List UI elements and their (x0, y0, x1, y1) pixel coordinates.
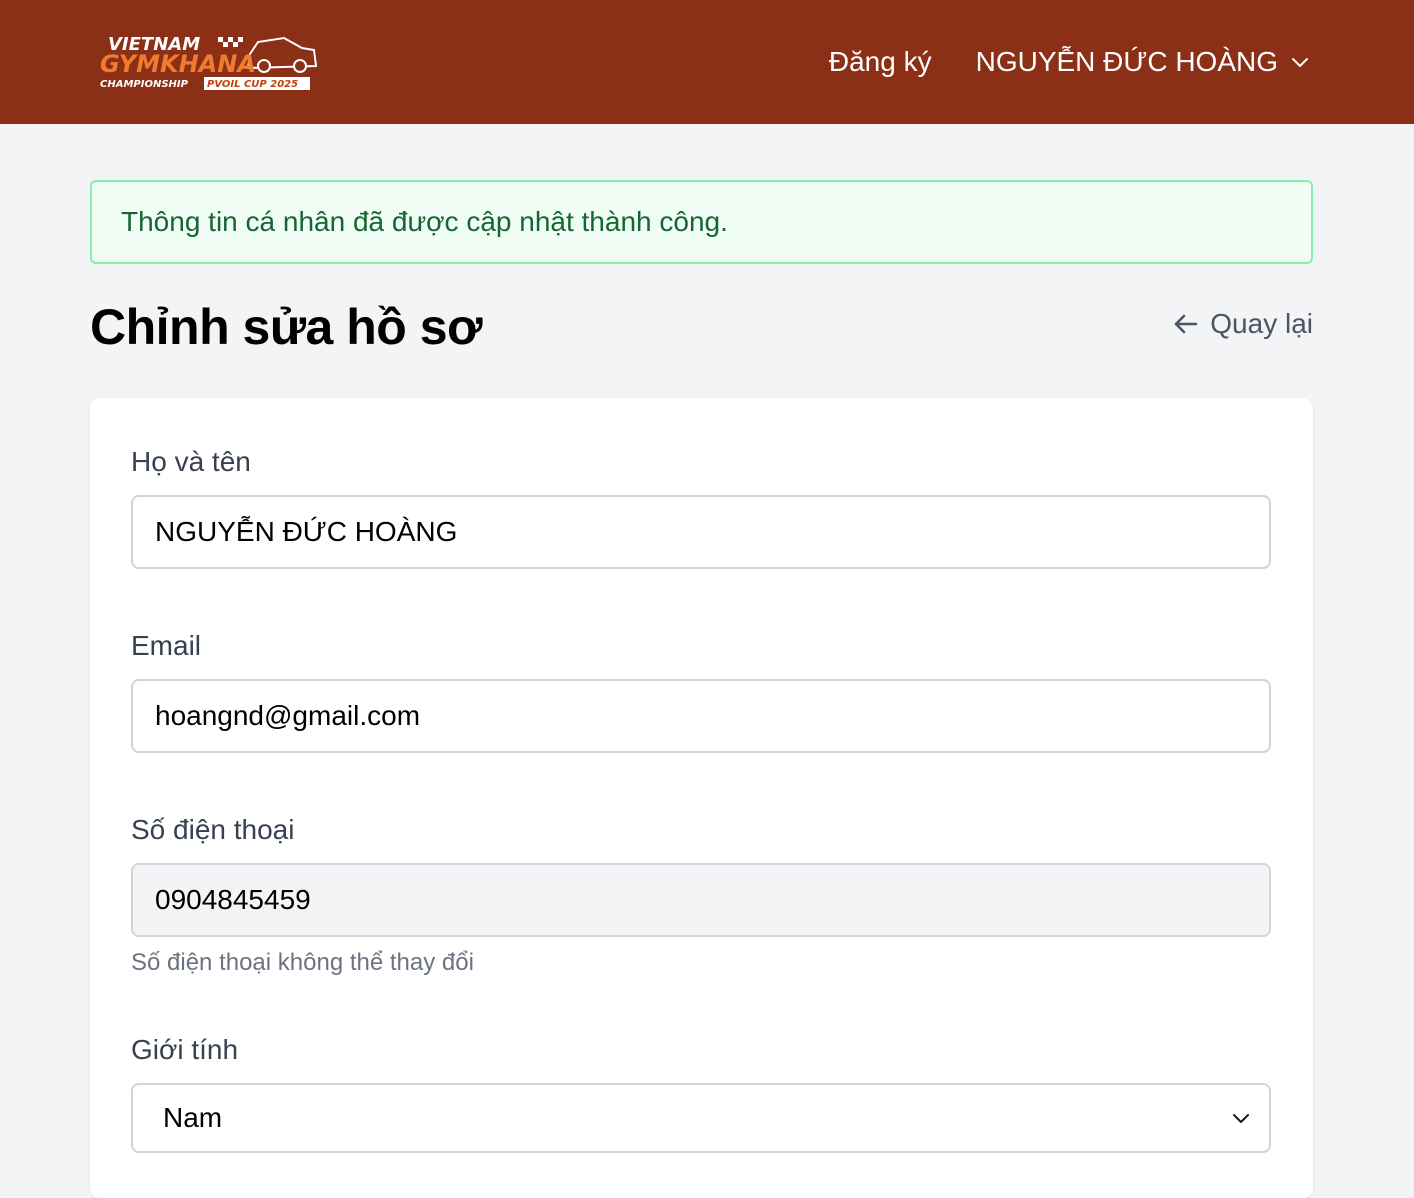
site-logo[interactable]: VIETNAM GYMKHANA CHAMPIONSHIP PVOIL CUP … (100, 28, 320, 92)
main-nav: Đăng ký NGUYỄN ĐỨC HOÀNG (829, 0, 1310, 124)
phone-input: 0904845459 (131, 863, 1271, 937)
full-name-label: Họ và tên (131, 446, 251, 477)
page-title: Chỉnh sửa hồ sơ (90, 299, 483, 355)
top-header: VIETNAM GYMKHANA CHAMPIONSHIP PVOIL CUP … (0, 0, 1414, 124)
profile-form-card: Họ và tên NGUYỄN ĐỨC HOÀNG Email hoangnd… (90, 398, 1313, 1198)
full-name-input[interactable]: NGUYỄN ĐỨC HOÀNG (131, 495, 1271, 569)
chevron-down-icon (1292, 58, 1308, 67)
title-row: Chỉnh sửa hồ sơ Quay lại (90, 264, 1313, 398)
chevron-down-icon (1233, 1114, 1249, 1123)
logo-line3: CHAMPIONSHIP (100, 79, 189, 90)
alert-message: Thông tin cá nhân đã được cập nhật thành… (121, 206, 728, 237)
nav-register-link[interactable]: Đăng ký (829, 46, 932, 78)
user-name: NGUYỄN ĐỨC HOÀNG (975, 46, 1278, 77)
gender-label: Giới tính (131, 1034, 239, 1065)
gender-selected-value: Nam (163, 1102, 223, 1133)
logo-line4: PVOIL CUP 2025 (207, 79, 298, 90)
arrow-left-icon (1174, 314, 1198, 334)
phone-label: Số điện thoại (131, 814, 295, 845)
gender-field: Giới tính Nam (131, 1030, 1271, 1153)
logo-graphic: VIETNAM GYMKHANA CHAMPIONSHIP PVOIL CUP … (100, 34, 318, 90)
full-name-field: Họ và tên NGUYỄN ĐỨC HOÀNG (131, 442, 1271, 569)
phone-hint: Số điện thoại không thể thay đổi (131, 949, 474, 976)
email-label: Email (131, 630, 202, 661)
gender-select[interactable]: Nam (131, 1083, 1271, 1153)
back-label: Quay lại (1210, 308, 1313, 339)
success-alert: Thông tin cá nhân đã được cập nhật thành… (90, 180, 1313, 264)
back-link[interactable]: Quay lại (1170, 308, 1313, 340)
email-field: Email hoangnd@gmail.com (131, 626, 1271, 753)
email-input[interactable]: hoangnd@gmail.com (131, 679, 1271, 753)
phone-field: Số điện thoại 0904845459 Số điện thoại k… (131, 810, 1271, 979)
logo-line2: GYMKHANA (100, 50, 256, 78)
main-content: Thông tin cá nhân đã được cập nhật thành… (90, 124, 1313, 1198)
user-menu-toggle[interactable]: NGUYỄN ĐỨC HOÀNG (976, 46, 1310, 78)
